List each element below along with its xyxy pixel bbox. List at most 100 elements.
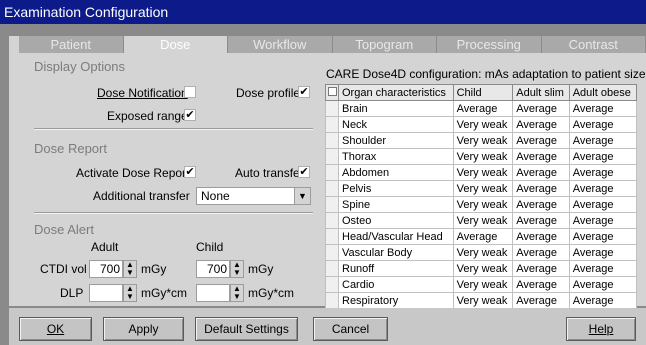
table-row[interactable]: Respiratory Very weak Average Average [325,292,638,309]
select-all-checkbox[interactable] [325,84,339,101]
adaptation-cell[interactable]: Very weak [452,132,514,149]
auto-transfer-checkbox[interactable]: ✔ [298,166,310,178]
adaptation-cell[interactable]: Average [512,292,570,309]
row-selector[interactable] [325,164,339,181]
adaptation-cell[interactable]: Average [568,276,638,293]
tab-patient[interactable]: Patient [19,36,124,53]
adaptation-cell[interactable]: Average [568,100,638,117]
adaptation-cell[interactable]: Average [512,244,570,261]
adaptation-cell[interactable]: Average [568,132,638,149]
organ-cell[interactable]: Runoff [338,260,454,277]
adaptation-cell[interactable]: Average [452,228,514,245]
tab-dose[interactable]: Dose [123,36,228,53]
ctdi-child-spinner[interactable]: ▲ ▼ [230,260,244,278]
ctdi-adult-input[interactable]: 700 [89,260,123,278]
apply-button[interactable]: Apply [103,317,184,341]
adaptation-cell[interactable]: Very weak [452,276,514,293]
organ-cell[interactable]: Abdomen [338,164,454,181]
organ-cell[interactable]: Vascular Body [338,244,454,261]
table-row[interactable]: Shoulder Very weak Average Average [325,132,638,149]
adaptation-cell[interactable]: Very weak [452,164,514,181]
ctdi-adult-spinner[interactable]: ▲ ▼ [123,260,137,278]
adaptation-cell[interactable]: Average [452,100,514,117]
ok-button[interactable]: OK [19,317,92,341]
column-header[interactable]: Adult obese [568,84,638,101]
spin-down-icon[interactable]: ▼ [124,293,136,301]
adaptation-cell[interactable]: Average [512,132,570,149]
row-selector[interactable] [325,180,339,197]
adaptation-cell[interactable]: Average [512,100,570,117]
row-selector[interactable] [325,228,339,245]
organ-cell[interactable]: Cardio [338,276,454,293]
organ-cell[interactable]: Brain [338,100,454,117]
organ-cell[interactable]: Respiratory [338,292,454,309]
tab-processing[interactable]: Processing [437,36,542,53]
row-selector[interactable] [325,260,339,277]
adaptation-cell[interactable]: Average [512,196,570,213]
exposed-range-checkbox[interactable]: ✔ [184,109,196,121]
dropdown-arrow-icon[interactable]: ▼ [294,188,310,204]
adaptation-cell[interactable]: Average [512,116,570,133]
adaptation-cell[interactable]: Average [568,180,638,197]
row-selector[interactable] [325,148,339,165]
adaptation-cell[interactable]: Very weak [452,292,514,309]
adaptation-cell[interactable]: Very weak [452,260,514,277]
adaptation-cell[interactable]: Very weak [452,212,514,229]
table-row[interactable]: Abdomen Very weak Average Average [325,164,638,181]
adaptation-cell[interactable]: Average [512,228,570,245]
adaptation-cell[interactable]: Very weak [452,116,514,133]
dlp-child-input[interactable] [196,284,230,302]
row-selector[interactable] [325,100,339,117]
spin-down-icon[interactable]: ▼ [231,293,243,301]
dlp-adult-input[interactable] [89,284,123,302]
row-selector[interactable] [325,292,339,309]
table-row[interactable]: Runoff Very weak Average Average [325,260,638,277]
column-header[interactable]: Organ characteristics [338,84,454,101]
adaptation-cell[interactable]: Very weak [452,244,514,261]
tab-contrast[interactable]: Contrast [541,36,646,53]
adaptation-cell[interactable]: Average [512,180,570,197]
table-row[interactable]: Neck Very weak Average Average [325,116,638,133]
activate-dose-report-checkbox[interactable]: ✔ [184,166,196,178]
table-row[interactable]: Vascular Body Very weak Average Average [325,244,638,261]
dlp-child-spinner[interactable]: ▲ ▼ [230,284,244,302]
table-row[interactable]: Head/Vascular Head Average Average Average [325,228,638,245]
spin-down-icon[interactable]: ▼ [231,269,243,277]
adaptation-cell[interactable]: Very weak [452,180,514,197]
adaptation-cell[interactable]: Average [568,292,638,309]
cancel-button[interactable]: Cancel [313,317,388,341]
organ-cell[interactable]: Spine [338,196,454,213]
column-header[interactable]: Child [452,84,514,101]
spin-down-icon[interactable]: ▼ [124,269,136,277]
default-settings-button[interactable]: Default Settings [195,317,298,341]
adaptation-cell[interactable]: Average [568,164,638,181]
adaptation-cell[interactable]: Average [512,260,570,277]
organ-cell[interactable]: Shoulder [338,132,454,149]
dlp-adult-spinner[interactable]: ▲ ▼ [123,284,137,302]
column-header[interactable]: Adult slim [512,84,570,101]
table-row[interactable]: Osteo Very weak Average Average [325,212,638,229]
organ-cell[interactable]: Head/Vascular Head [338,228,454,245]
adaptation-cell[interactable]: Average [568,244,638,261]
ctdi-child-input[interactable]: 700 [196,260,230,278]
adaptation-cell[interactable]: Average [568,196,638,213]
table-row[interactable]: Spine Very weak Average Average [325,196,638,213]
adaptation-cell[interactable]: Average [568,212,638,229]
row-selector[interactable] [325,244,339,261]
adaptation-cell[interactable]: Average [512,148,570,165]
adaptation-cell[interactable]: Average [568,148,638,165]
adaptation-cell[interactable]: Average [568,228,638,245]
table-row[interactable]: Brain Average Average Average [325,100,638,117]
adaptation-cell[interactable]: Very weak [452,196,514,213]
organ-cell[interactable]: Neck [338,116,454,133]
adaptation-cell[interactable]: Average [568,116,638,133]
table-row[interactable]: Cardio Very weak Average Average [325,276,638,293]
row-selector[interactable] [325,276,339,293]
adaptation-cell[interactable]: Average [512,164,570,181]
adaptation-cell[interactable]: Average [512,276,570,293]
row-selector[interactable] [325,212,339,229]
row-selector[interactable] [325,116,339,133]
table-row[interactable]: Thorax Very weak Average Average [325,148,638,165]
adaptation-cell[interactable]: Average [512,212,570,229]
help-button[interactable]: Help [566,317,636,341]
